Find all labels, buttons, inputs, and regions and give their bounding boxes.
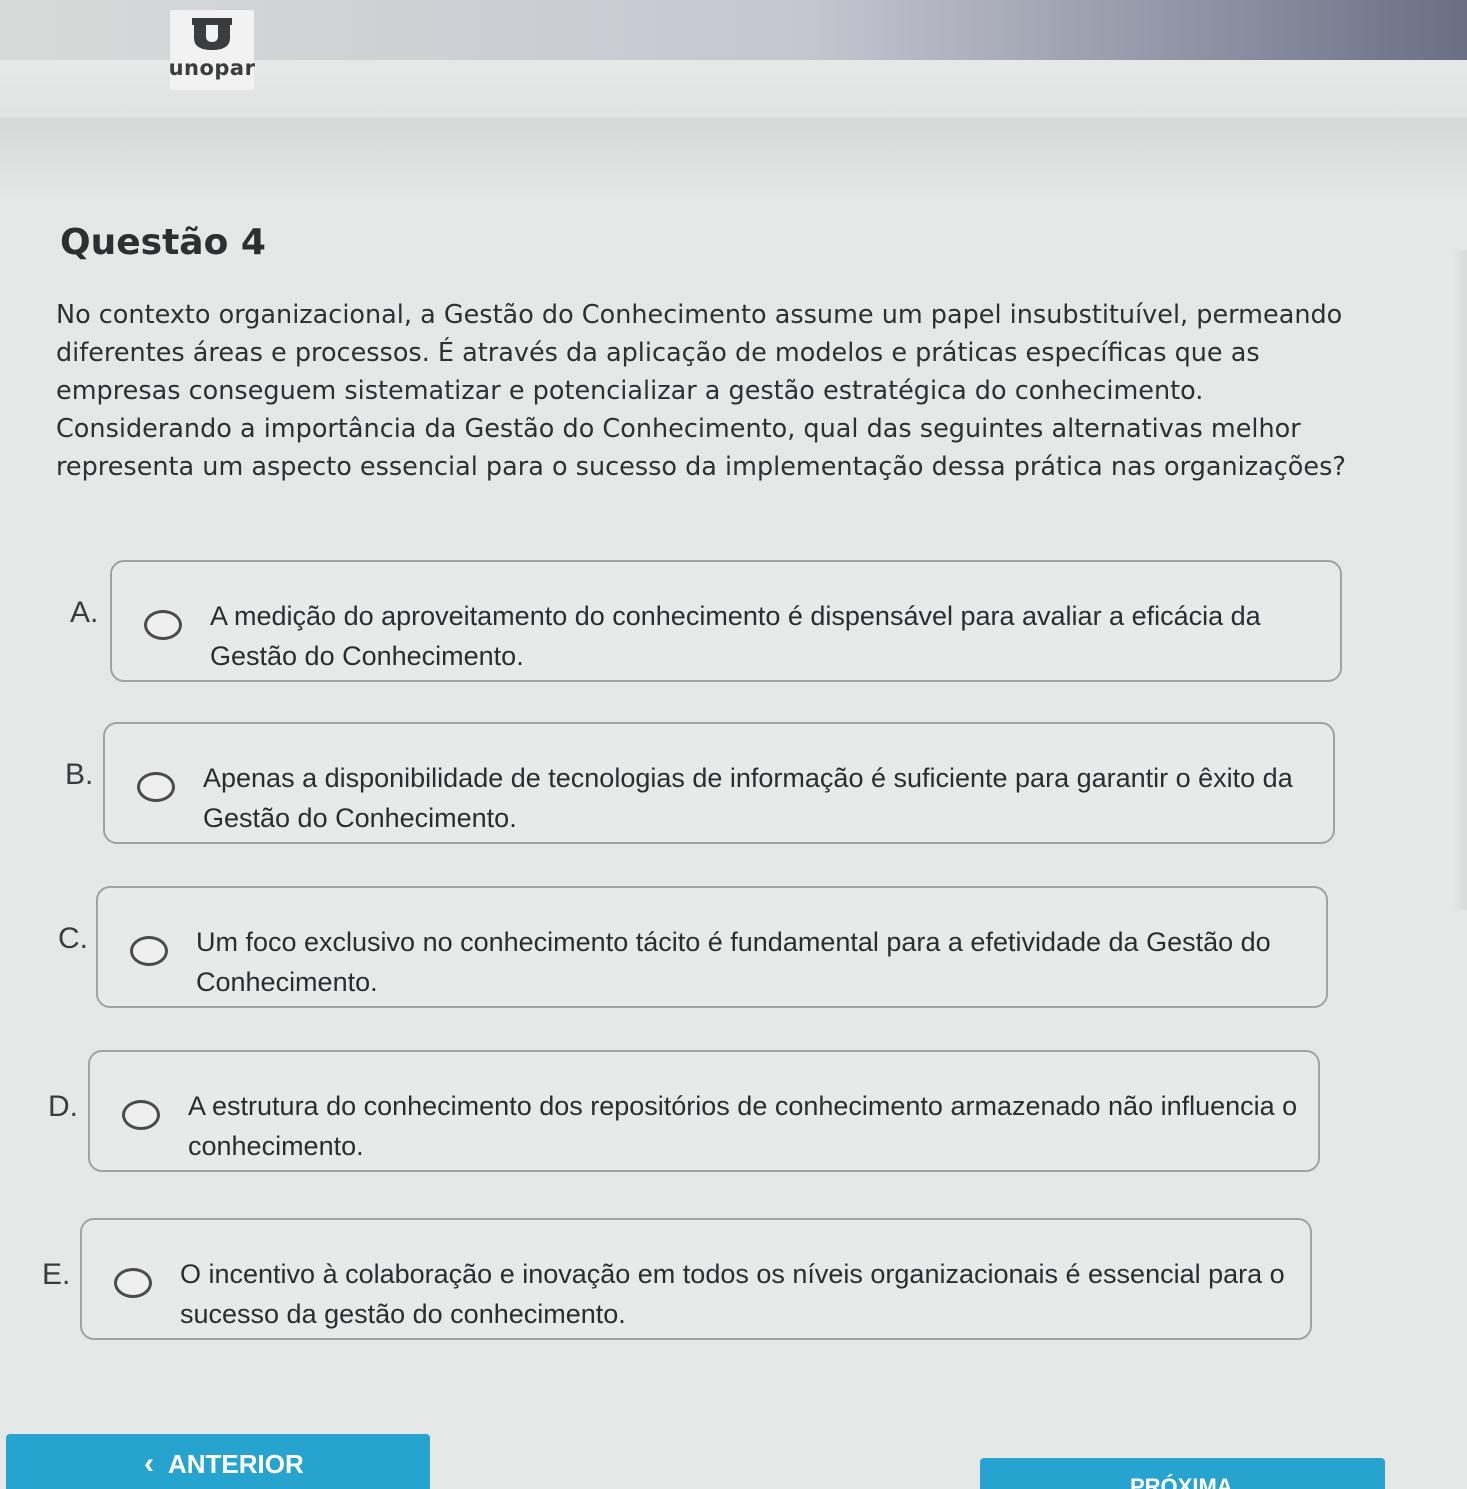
option-text: A medição do aproveitamento do conhecime… [210,601,1261,671]
option-letter: B. [65,758,94,791]
option-box[interactable]: Apenas a disponibilidade de tecnologias … [103,722,1335,844]
option-box[interactable]: A estrutura do conhecimento dos repositó… [88,1050,1320,1172]
option-b[interactable]: B. Apenas a disponibilidade de tecnologi… [0,722,1467,852]
option-d[interactable]: D. A estrutura do conhecimento dos repos… [0,1050,1467,1180]
option-e[interactable]: E. O incentivo à colaboração e inovação … [0,1218,1467,1348]
option-letter: C. [58,922,88,955]
option-box[interactable]: O incentivo à colaboração e inovação em … [80,1218,1312,1340]
logo-text: unopar [168,56,256,80]
option-text: Apenas a disponibilidade de tecnologias … [203,763,1293,833]
option-text: O incentivo à colaboração e inovação em … [180,1259,1285,1329]
logo[interactable]: unopar [168,10,256,90]
radio-button[interactable] [130,936,168,966]
option-a[interactable]: A. A medição do aproveitamento do conhec… [0,560,1467,690]
radio-button[interactable] [144,610,182,640]
header-divider [0,118,1467,208]
next-button-label: PRÓXIMA [1130,1474,1233,1489]
option-box[interactable]: A medição do aproveitamento do conhecime… [110,560,1342,682]
question-title: Questão 4 [60,222,266,263]
option-letter: D. [48,1090,78,1123]
question-stem: No contexto organizacional, a Gestão do … [56,300,1346,482]
radio-button[interactable] [122,1100,160,1130]
option-letter: E. [42,1258,71,1291]
option-letter: A. [70,596,99,629]
option-text: A estrutura do conhecimento dos repositó… [188,1091,1298,1161]
option-c[interactable]: C. Um foco exclusivo no conhecimento tác… [0,886,1467,1016]
next-button[interactable]: PRÓXIMA [980,1458,1385,1489]
chevron-left-icon: ‹ [144,1447,154,1480]
radio-button[interactable] [114,1268,152,1298]
previous-button[interactable]: ‹ ANTERIOR [6,1434,430,1489]
previous-button-label: ANTERIOR [168,1448,304,1479]
page: unopar Questão 4 No contexto organizacio… [0,0,1467,1489]
radio-button[interactable] [137,772,175,802]
option-text: Um foco exclusivo no conhecimento tácito… [196,927,1271,997]
unopar-logo-icon [192,18,232,50]
option-box[interactable]: Um foco exclusivo no conhecimento tácito… [96,886,1328,1008]
